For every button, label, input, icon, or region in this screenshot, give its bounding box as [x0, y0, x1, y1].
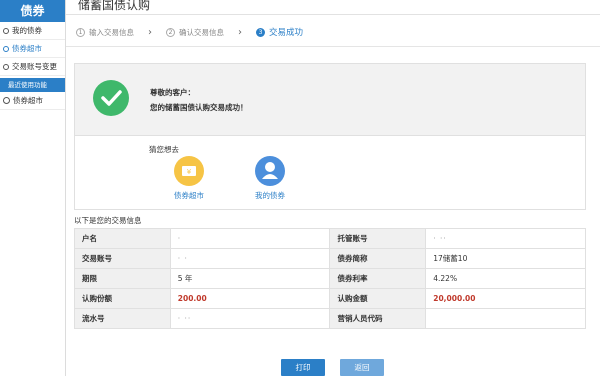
step-1: 1 输入交易信息 — [76, 27, 134, 38]
clock-icon — [3, 97, 10, 104]
field-label: 户名 — [74, 228, 171, 249]
field-value: 200.00 — [169, 288, 331, 309]
field-value: · — [169, 228, 331, 249]
field-value: · ·· — [169, 308, 331, 329]
table-row: 认购份额 200.00 认购金额 20,000.00 — [74, 288, 586, 309]
shortcut-my-bonds[interactable]: 我的债券 — [240, 156, 300, 201]
ticket-icon: ¥ — [174, 156, 204, 186]
field-label: 债券简称 — [329, 248, 427, 269]
sidebar-header: 债券 — [0, 0, 65, 22]
field-label: 交易账号 — [74, 248, 171, 269]
step-number: 1 — [76, 27, 85, 37]
step-label: 输入交易信息 — [89, 27, 134, 37]
user-icon — [255, 156, 285, 186]
field-label: 托管账号 — [329, 228, 427, 249]
field-label: 营销人员代码 — [329, 308, 427, 329]
chevron-right-icon: › — [238, 26, 242, 38]
sidebar-item-account-change[interactable]: 交易账号变更 — [0, 58, 65, 76]
field-label: 债券利率 — [329, 268, 427, 289]
print-button[interactable]: 打印 — [281, 359, 325, 376]
field-value: 5 年 — [169, 268, 331, 289]
sidebar: 债券 我的债券 债券超市 交易账号变更 最近使用功能 债券超市 — [0, 0, 66, 376]
field-label: 期限 — [74, 268, 171, 289]
svg-text:¥: ¥ — [187, 168, 192, 176]
field-value: 4.22% — [425, 268, 586, 289]
field-value: 17储蓄10 — [425, 248, 586, 269]
recent-item-label: 债券超市 — [13, 95, 43, 105]
field-value: · ·· — [425, 228, 586, 249]
divider — [66, 46, 600, 47]
bullet-icon — [3, 63, 9, 70]
transaction-info-table: 户名 · 托管账号 · ·· 交易账号 · · 债券简称 17储蓄10 期限 5… — [74, 228, 586, 329]
bullet-icon — [3, 27, 9, 34]
main-content: 储蓄国债认购 1 输入交易信息 › 2 确认交易信息 › 3 交易成功 尊敬的客… — [66, 0, 600, 376]
field-label: 认购金额 — [329, 288, 427, 309]
page-title: 储蓄国债认购 — [78, 0, 151, 12]
sidebar-item-bond-market[interactable]: 债券超市 — [0, 40, 65, 58]
bullet-icon — [3, 45, 9, 52]
field-label: 流水号 — [74, 308, 171, 329]
table-row: 交易账号 · · 债券简称 17储蓄10 — [74, 248, 586, 269]
shortcut-bond-market[interactable]: ¥ 债券超市 — [159, 156, 219, 201]
table-row: 流水号 · ·· 营销人员代码 — [74, 308, 586, 329]
success-message: 您的储蓄国债认购交易成功！ — [150, 103, 248, 112]
check-circle-icon — [93, 80, 129, 116]
sidebar-item-label: 债券超市 — [12, 43, 42, 53]
step-2: 2 确认交易信息 — [166, 27, 224, 38]
step-3: 3 交易成功 — [256, 26, 303, 38]
recent-section-header: 最近使用功能 — [0, 78, 65, 92]
shortcut-label: 债券超市 — [174, 191, 204, 200]
field-label: 认购份额 — [74, 288, 171, 309]
divider — [66, 14, 600, 15]
chevron-right-icon: › — [148, 26, 152, 38]
sidebar-item-my-bonds[interactable]: 我的债券 — [0, 22, 65, 40]
step-label: 交易成功 — [269, 28, 304, 38]
step-number: 2 — [166, 27, 175, 37]
field-value: 20,000.00 — [425, 288, 586, 309]
table-row: 期限 5 年 债券利率 4.22% — [74, 268, 586, 289]
guess-title: 猜您想去 — [149, 145, 179, 154]
field-value: · · — [169, 248, 331, 269]
success-greeting: 尊敬的客户： — [150, 88, 195, 97]
step-indicator: 1 输入交易信息 › 2 确认交易信息 › 3 交易成功 — [76, 26, 303, 38]
back-button[interactable]: 返回 — [340, 359, 384, 376]
shortcut-label: 我的债券 — [255, 191, 285, 200]
table-row: 户名 · 托管账号 · ·· — [74, 228, 586, 249]
success-panel: 尊敬的客户： 您的储蓄国债认购交易成功！ 猜您想去 ¥ 债券超市 我的债券 — [74, 63, 586, 210]
sidebar-item-label: 我的债券 — [12, 25, 42, 35]
field-value — [425, 308, 586, 329]
sidebar-item-label: 交易账号变更 — [12, 61, 57, 71]
recent-item-bond-market[interactable]: 债券超市 — [0, 92, 65, 110]
info-caption: 以下是您的交易信息 — [74, 216, 142, 225]
step-number: 3 — [256, 27, 265, 37]
step-label: 确认交易信息 — [179, 27, 224, 37]
success-banner: 尊敬的客户： 您的储蓄国债认购交易成功！ — [75, 64, 585, 136]
